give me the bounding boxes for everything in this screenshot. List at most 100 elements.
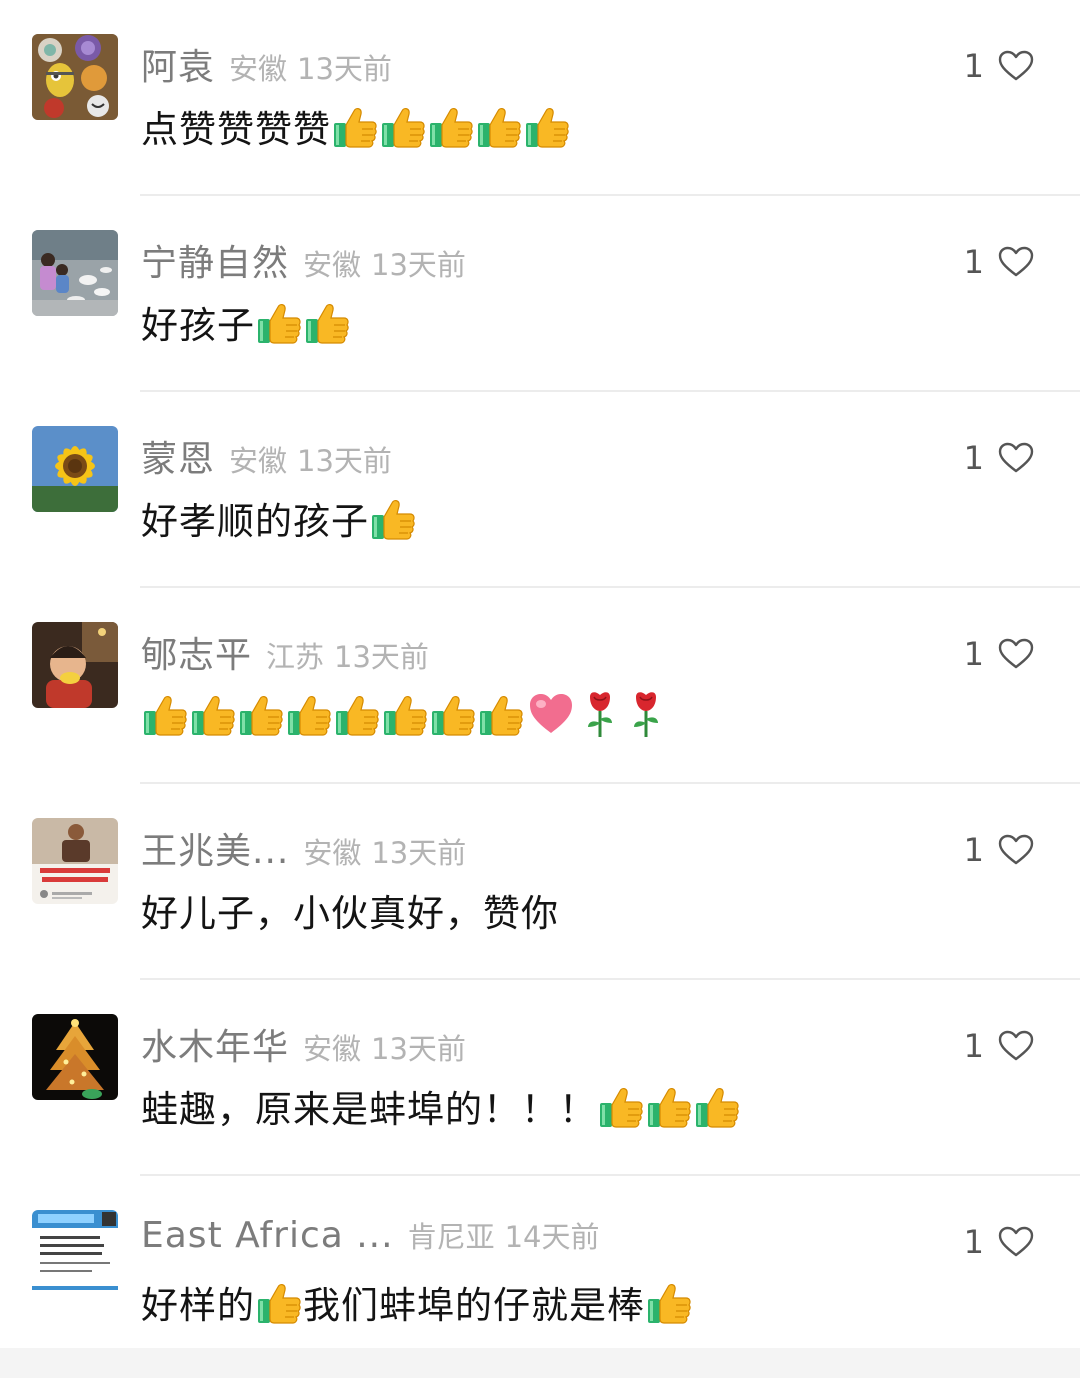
comment-body: 蛙趣，原来是蚌埠的！！！ <box>141 1078 741 1134</box>
like-button[interactable]: 1 <box>964 240 1034 284</box>
thumbs-up-icon <box>598 1083 644 1129</box>
region-label: 安徽 <box>303 1032 362 1066</box>
comment-body: 点赞赞赞赞 <box>141 98 571 154</box>
timestamp: 13天前 <box>334 640 429 674</box>
comment-item: 王兆美... 安徽 13天前 好儿子，小伙真好，赞你 1 <box>0 784 1080 980</box>
like-count: 1 <box>963 831 984 869</box>
comment-meta: 宁静自然 安徽 13天前 <box>141 234 466 286</box>
comment-meta: 郇志平 江苏 13天前 <box>141 626 429 678</box>
heart-outline-icon[interactable] <box>998 638 1034 670</box>
thumbs-up-icon <box>380 103 426 149</box>
timestamp: 14天前 <box>504 1220 600 1254</box>
thumbs-up-icon <box>476 103 522 149</box>
thumbs-up-icon <box>428 103 474 149</box>
like-count: 1 <box>963 243 984 281</box>
region-label: 肯尼亚 <box>407 1220 495 1254</box>
like-button[interactable]: 1 <box>964 436 1034 480</box>
thumbs-up-icon <box>478 691 524 737</box>
cookies-avatar-image <box>32 34 118 120</box>
comment-body: 好样的 我们蚌埠的仔就是棒 <box>141 1274 693 1330</box>
comment-body: 好孝顺的孩子 <box>141 490 417 546</box>
thumbs-up-icon <box>646 1279 692 1325</box>
child-portrait-avatar-image <box>32 622 118 708</box>
rose-icon <box>628 689 664 739</box>
heart-outline-icon[interactable] <box>998 1030 1034 1062</box>
thumbs-up-icon <box>256 1279 302 1325</box>
timestamp: 13天前 <box>371 1032 466 1066</box>
nickname[interactable]: 郇志平 <box>141 626 252 678</box>
thumbs-up-icon <box>646 1083 692 1129</box>
avatar[interactable] <box>32 34 118 120</box>
avatar[interactable] <box>32 622 118 708</box>
like-button[interactable]: 1 <box>964 1220 1034 1264</box>
timestamp: 13天前 <box>371 248 466 282</box>
comment-meta: East Africa ... 肯尼亚 14天前 <box>141 1214 600 1266</box>
region-label: 安徽 <box>303 836 362 870</box>
comment-text: 好孩子 <box>141 304 255 347</box>
nickname[interactable]: 王兆美... <box>141 822 289 874</box>
timestamp: 13天前 <box>371 836 467 870</box>
comment-item: 郇志平 江苏 13天前 1 <box>0 588 1080 784</box>
business-card-avatar-image <box>32 1210 118 1296</box>
nickname[interactable]: 蒙恩 <box>141 430 215 482</box>
christmas-tree-avatar-image <box>32 1014 118 1100</box>
avatar[interactable] <box>32 1210 118 1296</box>
nickname[interactable]: 阿袁 <box>141 38 215 90</box>
comment-item: 阿袁 安徽 13天前 点赞赞赞赞 1 <box>0 0 1080 196</box>
like-button[interactable]: 1 <box>964 1024 1034 1068</box>
avatar[interactable] <box>32 1014 118 1100</box>
comment-text: 点赞赞赞赞 <box>141 108 331 151</box>
heart-outline-icon[interactable] <box>998 50 1034 82</box>
nickname[interactable]: 水木年华 <box>141 1018 289 1070</box>
like-count: 1 <box>963 635 984 673</box>
thumbs-up-icon <box>190 691 236 737</box>
thumbs-up-icon <box>524 103 570 149</box>
like-button[interactable]: 1 <box>964 632 1034 676</box>
comment-item: 水木年华 安徽 13天前 蛙趣，原来是蚌埠的！！！ 1 <box>0 980 1080 1176</box>
comment-text: 蛙趣，原来是蚌埠的！！！ <box>141 1088 597 1131</box>
region-label: 安徽 <box>303 248 362 282</box>
like-count: 1 <box>963 439 984 477</box>
thumbs-up-icon <box>430 691 476 737</box>
thumbs-up-icon <box>142 691 188 737</box>
comment-item: East Africa ... 肯尼亚 14天前 好样的 我们蚌埠的仔就是棒 1 <box>0 1176 1080 1348</box>
thumbs-up-icon <box>238 691 284 737</box>
comment-meta: 王兆美... 安徽 13天前 <box>141 822 466 874</box>
region-label: 安徽 <box>229 444 288 478</box>
heart-outline-icon[interactable] <box>998 442 1034 474</box>
heart-outline-icon[interactable] <box>998 834 1034 866</box>
thumbs-up-icon <box>694 1083 740 1129</box>
comment-body: 好孩子 <box>141 294 351 350</box>
heart-outline-icon[interactable] <box>998 246 1034 278</box>
thumbs-up-icon <box>304 299 350 345</box>
region-label: 安徽 <box>229 52 288 86</box>
comment-item: 蒙恩 安徽 13天前 好孝顺的孩子 1 <box>0 392 1080 588</box>
heart-outline-icon[interactable] <box>998 1226 1034 1258</box>
sunflower-avatar-image <box>32 426 118 512</box>
like-button[interactable]: 1 <box>964 44 1034 88</box>
avatar[interactable] <box>32 426 118 512</box>
nickname[interactable]: East Africa ... <box>141 1215 394 1256</box>
thumbs-up-icon <box>286 691 332 737</box>
thumbs-up-icon <box>382 691 428 737</box>
footer-bar <box>0 1348 1080 1378</box>
comment-text: 我们蚌埠的仔就是棒 <box>303 1284 645 1327</box>
thumbs-up-icon <box>256 299 302 345</box>
timestamp: 13天前 <box>297 52 392 86</box>
comment-meta: 蒙恩 安徽 13天前 <box>141 430 392 482</box>
comment-meta: 阿袁 安徽 13天前 <box>141 38 392 90</box>
rose-icon <box>582 689 618 739</box>
kids-pigeons-avatar-image <box>32 230 118 316</box>
poster-avatar-image <box>32 818 118 904</box>
comment-item: 宁静自然 安徽 13天前 好孩子 1 <box>0 196 1080 392</box>
comment-text: 好样的 <box>141 1284 255 1327</box>
like-count: 1 <box>963 47 984 85</box>
avatar[interactable] <box>32 818 118 904</box>
avatar[interactable] <box>32 230 118 316</box>
region-label: 江苏 <box>266 640 325 674</box>
like-count: 1 <box>963 1027 984 1065</box>
pink-heart-icon <box>527 691 575 737</box>
nickname[interactable]: 宁静自然 <box>141 234 289 286</box>
timestamp: 13天前 <box>297 444 392 478</box>
like-button[interactable]: 1 <box>964 828 1034 872</box>
